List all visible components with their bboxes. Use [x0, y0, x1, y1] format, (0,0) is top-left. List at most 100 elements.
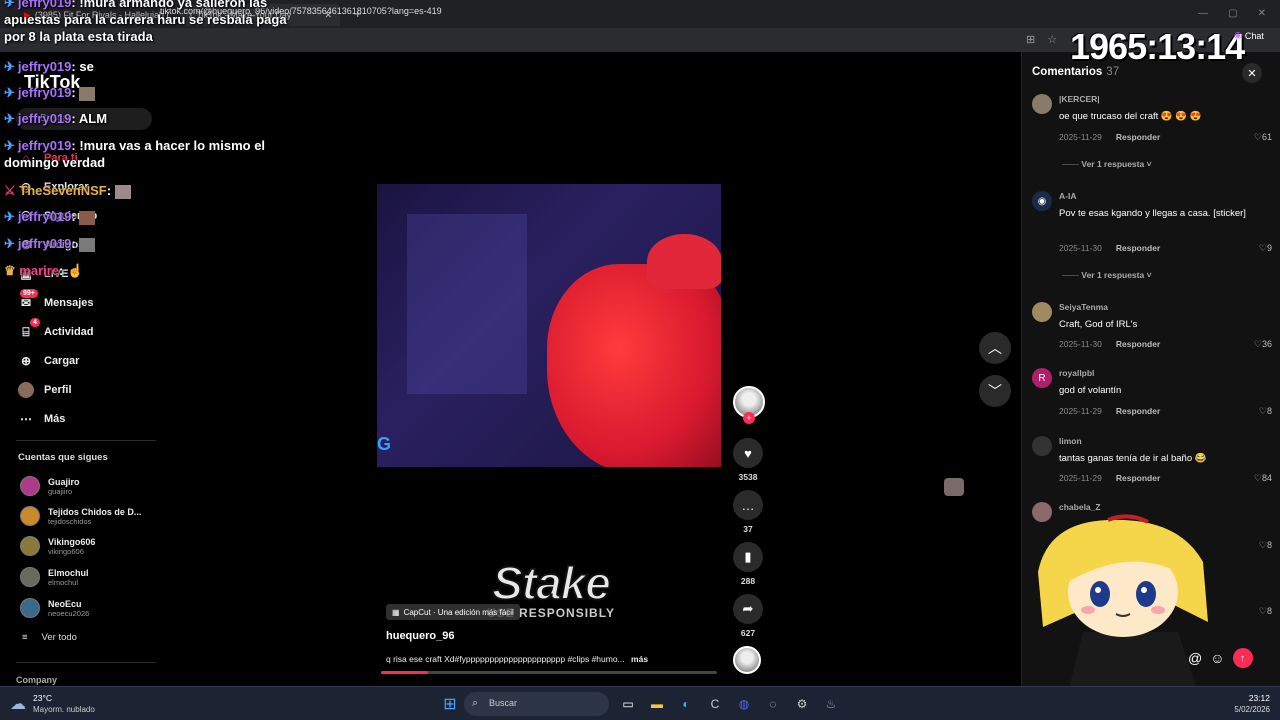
- comment-item: R royallpbl god of volantín 2025-11-29 Re…: [1032, 368, 1272, 420]
- weather-icon[interactable]: ☁: [10, 694, 26, 714]
- close-window-icon[interactable]: ✕: [1258, 8, 1266, 19]
- like-button[interactable]: ♥ 3538: [733, 438, 763, 482]
- video-subject: [547, 264, 721, 467]
- start-icon[interactable]: ⊞: [440, 694, 460, 714]
- company-link[interactable]: Company: [16, 675, 57, 685]
- send-button[interactable]: ↑: [1232, 648, 1253, 668]
- discord-icon[interactable]: ◍: [734, 694, 754, 714]
- comment-like-button[interactable]: ♡8: [1259, 406, 1272, 417]
- reply-button[interactable]: Responder: [1116, 406, 1160, 416]
- account-neoecu[interactable]: NeoEcu neoecu2026: [20, 598, 89, 618]
- reply-button[interactable]: Responder: [1116, 339, 1160, 349]
- emote-icon: ☝: [66, 263, 84, 278]
- activity-badge: 4: [30, 318, 40, 327]
- video-author[interactable]: huequero_96: [386, 630, 454, 642]
- list-icon: ≡: [22, 632, 28, 643]
- avatar[interactable]: R: [1032, 368, 1052, 388]
- avatar[interactable]: [1032, 302, 1052, 322]
- close-comments-button[interactable]: ✕: [1242, 63, 1262, 83]
- bookmark-icon: ▮: [733, 542, 763, 572]
- edge-icon[interactable]: ◐: [676, 694, 696, 714]
- emote-icon: [79, 86, 96, 101]
- reply-button[interactable]: Responder: [1116, 473, 1160, 483]
- author-avatar-button[interactable]: +: [733, 386, 765, 424]
- pin-icon: ✈: [4, 111, 15, 126]
- avatar[interactable]: ◉: [1032, 191, 1052, 211]
- avatar[interactable]: [1032, 94, 1052, 114]
- comment-item: limon tantas ganas tenía de ir al baño 😂…: [1032, 436, 1272, 488]
- weather-temp[interactable]: 23°C: [33, 693, 52, 703]
- capcut-tag[interactable]: ▦ CapCut · Una edición más fácil: [386, 604, 520, 620]
- comment-like-button[interactable]: ♡8: [1259, 540, 1272, 551]
- heart-outline-icon: ♡: [1253, 132, 1262, 142]
- nav-actividad[interactable]: ⌸ Actividad 4: [18, 318, 94, 340]
- stream-timer: 1965:13:14: [1070, 26, 1245, 67]
- follow-plus-icon[interactable]: +: [743, 412, 755, 424]
- maximize-icon[interactable]: ▢: [1228, 8, 1237, 19]
- steam-icon[interactable]: ♨: [821, 694, 841, 714]
- comment-like-button[interactable]: ♡8: [1259, 606, 1272, 617]
- comment-item: |KERCER| oe que trucaso del craft 😍 😍 😍 …: [1032, 94, 1272, 169]
- next-video-button[interactable]: ﹀: [979, 375, 1011, 407]
- taskbar-date[interactable]: 5/02/2026: [1222, 705, 1270, 714]
- browser-toolbar: ⊞ ☆: [1026, 33, 1057, 46]
- more-link[interactable]: más: [631, 654, 648, 664]
- nav-cargar[interactable]: ⊕ Cargar: [18, 353, 80, 369]
- account-tejidos[interactable]: Tejidos Chidos de D... tejidoschidos: [20, 506, 141, 526]
- see-all-link[interactable]: ≡ Ver todo: [22, 632, 77, 643]
- comment-like-button[interactable]: ♡61: [1254, 132, 1272, 143]
- view-replies-button[interactable]: —— Ver 1 respuesta ˅: [1062, 270, 1152, 280]
- taskbar-time[interactable]: 23:12: [1238, 693, 1270, 703]
- copilot-chat-button[interactable]: ◉ Chat: [1234, 30, 1264, 41]
- nav-mensajes[interactable]: ✉ Mensajes 99+: [18, 289, 94, 311]
- heart-outline-icon: ♡: [1253, 473, 1262, 483]
- windows-taskbar: [0, 686, 1280, 720]
- minimize-icon[interactable]: —: [1198, 8, 1208, 19]
- chat-message: ✈ jeffry019: !mura armando ya salieron la…: [4, 0, 304, 45]
- heart-outline-icon: ♡: [1253, 339, 1262, 349]
- share-button[interactable]: ➦ 627: [733, 594, 763, 638]
- browser-icon[interactable]: C: [705, 694, 725, 714]
- heart-outline-icon: ♡: [1258, 540, 1267, 550]
- view-replies-button[interactable]: —— Ver 1 respuesta ˅: [1062, 159, 1152, 169]
- nav-perfil[interactable]: Perfil: [18, 382, 72, 398]
- save-button[interactable]: ▮ 288: [733, 542, 763, 586]
- comment-like-button[interactable]: ♡36: [1254, 339, 1272, 350]
- weather-desc[interactable]: Mayorm. nublado: [33, 705, 95, 714]
- reply-button[interactable]: Responder: [1116, 132, 1160, 142]
- copilot-icon: ◉: [1234, 30, 1242, 40]
- video-progress-track[interactable]: [381, 671, 717, 674]
- taskbar-search[interactable]: Buscar: [464, 692, 609, 716]
- chat-message: ✈ jeffry019: ALM: [4, 111, 108, 126]
- chevron-down-icon: ˅: [1144, 159, 1152, 169]
- following-section-title: Cuentas que sigues: [18, 452, 108, 463]
- pin-icon: ✈: [4, 236, 15, 251]
- chat-message: ✈ jeffry019:: [4, 235, 96, 252]
- comment-icon: …: [733, 490, 763, 520]
- chat-message: ✈ jeffry019: se: [4, 59, 94, 74]
- video-player[interactable]: [377, 184, 721, 467]
- comment-button[interactable]: … 37: [733, 490, 763, 534]
- nav-mas[interactable]: ⋯ Más: [18, 411, 65, 427]
- comment-like-button[interactable]: ♡84: [1254, 473, 1272, 484]
- chat-message: ✈ jeffry019:: [4, 208, 96, 225]
- file-explorer-icon[interactable]: ▬: [647, 694, 667, 714]
- favorite-icon[interactable]: ☆: [1047, 33, 1057, 46]
- video-background: [407, 214, 527, 394]
- comment-like-button[interactable]: ♡9: [1259, 243, 1272, 254]
- previous-video-button[interactable]: ︿: [979, 332, 1011, 364]
- emote-icon: [114, 184, 131, 199]
- pin-icon: ✈: [4, 138, 15, 153]
- account-vikingo[interactable]: Vikingo606 vikingo606: [20, 536, 95, 556]
- app-icon[interactable]: ◌: [763, 694, 783, 714]
- account-elmochul[interactable]: Elmochul elmochul: [20, 567, 89, 587]
- video-progress-fill: [381, 671, 429, 674]
- task-view-icon[interactable]: ▭: [618, 694, 638, 714]
- avatar[interactable]: [1032, 436, 1052, 456]
- chat-message: ⚔ TheSevenNSF:: [4, 182, 131, 199]
- reply-button[interactable]: Responder: [1116, 243, 1160, 253]
- settings-icon[interactable]: ⚙: [792, 694, 812, 714]
- music-disc-button[interactable]: [733, 646, 763, 674]
- reader-icon[interactable]: ⊞: [1026, 33, 1035, 46]
- account-guajiro[interactable]: Guajiro guajiiro: [20, 476, 80, 496]
